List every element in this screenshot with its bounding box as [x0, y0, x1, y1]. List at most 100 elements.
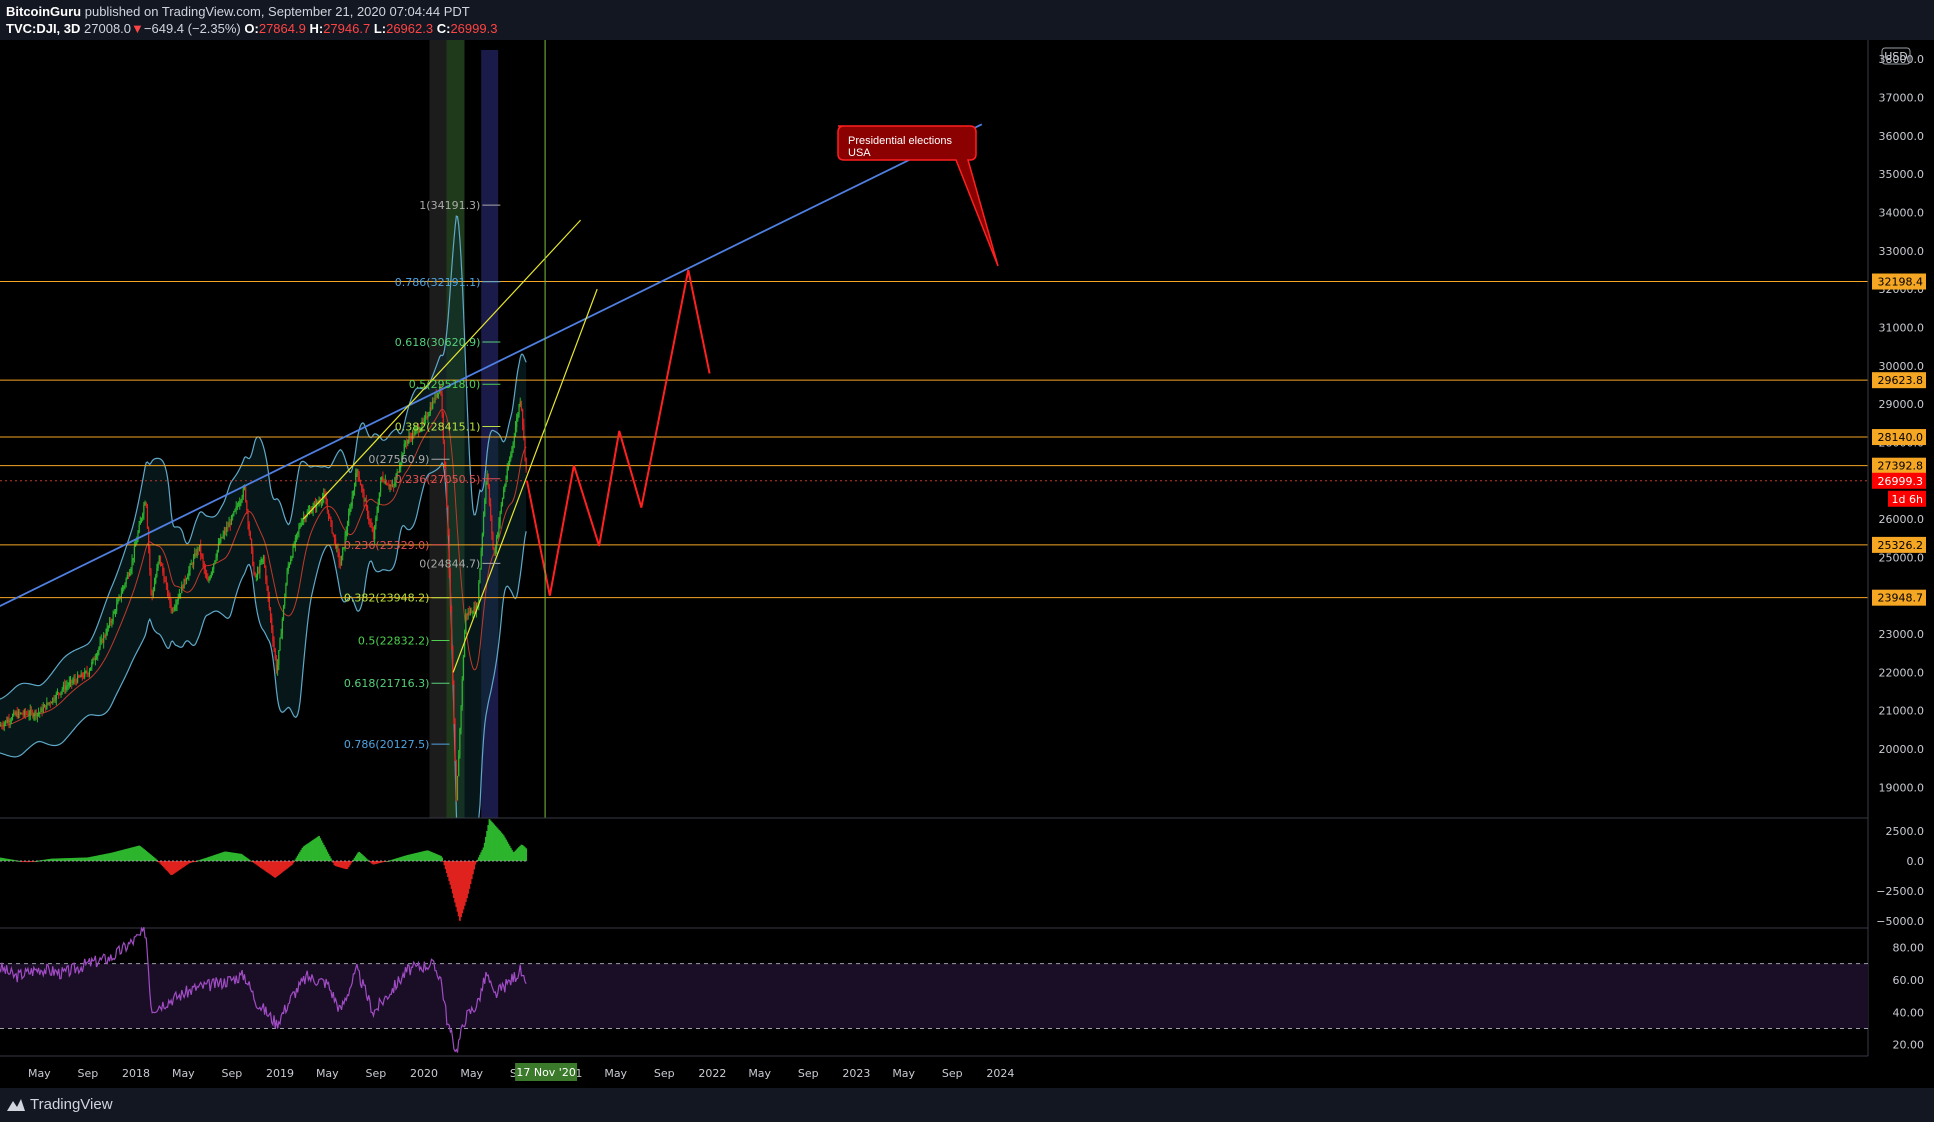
candle-body [320, 502, 323, 504]
candle-body [204, 569, 207, 574]
time-tick-label: Sep [365, 1067, 386, 1080]
candle-body [294, 537, 296, 546]
candle-body [121, 588, 124, 594]
candle-body [190, 563, 192, 565]
price-tick-label: 20000.0 [1879, 743, 1925, 756]
candle-body [39, 712, 41, 714]
candle-body [5, 720, 8, 723]
candle-body [260, 562, 262, 564]
candle-body [63, 684, 66, 690]
candle-body [495, 538, 498, 549]
candle-body [248, 523, 250, 532]
candle-body [174, 607, 176, 611]
tradingview-logo[interactable]: TradingView [6, 1096, 113, 1114]
candle-body [68, 682, 70, 686]
time-tick-label: May [604, 1067, 627, 1080]
candle-body [488, 486, 491, 504]
candle-body [498, 522, 500, 533]
candle-body [337, 546, 339, 553]
candle-body [357, 469, 359, 477]
candle-body [432, 400, 434, 409]
candle-body [232, 515, 234, 517]
candle-body [426, 415, 428, 419]
candle-body [339, 561, 341, 566]
candle-body [398, 467, 401, 473]
candle-body [340, 555, 343, 566]
candle-body [258, 571, 260, 573]
time-tick-label: Sep [77, 1067, 98, 1080]
candle-body [285, 584, 287, 598]
candle-body [75, 680, 78, 683]
candle-body [126, 574, 128, 579]
author-name[interactable]: BitcoinGuru [6, 4, 81, 19]
candle-body [455, 760, 457, 801]
candle-body [506, 468, 508, 479]
candle-body [65, 686, 67, 690]
candle-body [210, 572, 212, 578]
candle-body [494, 548, 496, 554]
candle-body [37, 712, 40, 714]
macd-tick-label: 0.0 [1907, 855, 1925, 868]
candle-body [158, 555, 160, 563]
candle-body [434, 394, 436, 402]
candle-body [80, 673, 82, 678]
candle-body [252, 548, 254, 566]
candle-body [201, 554, 203, 557]
open-label: O: [244, 21, 259, 36]
candle-body [143, 505, 145, 515]
level-price-text: 25326.2 [1878, 539, 1924, 552]
candle-body [436, 392, 438, 398]
candle-body [91, 661, 93, 668]
fib-label: 0(24844.7) [419, 557, 480, 570]
candle-body [430, 407, 433, 409]
candle-body [510, 454, 512, 460]
candle-body [435, 394, 437, 398]
candle-body [239, 502, 241, 506]
candle-body [300, 523, 302, 526]
candle-body [233, 511, 235, 516]
candle-body [88, 670, 91, 675]
candle-body [381, 476, 383, 481]
candle-body [24, 710, 27, 714]
candle-body [26, 713, 28, 715]
candle-body [151, 590, 153, 596]
candle-body [53, 697, 55, 701]
candle-body [228, 522, 230, 528]
candle-body [391, 485, 394, 487]
candle-body [378, 492, 380, 504]
symbol-name[interactable]: TVC:DJI, 3D [6, 21, 80, 36]
candle-body [299, 525, 301, 528]
chart-area[interactable]: 1(34191.3) 0.786(32191.1) 0.618(30620.9) 0.… [0, 40, 1934, 1088]
level-price-text: 27392.8 [1878, 460, 1924, 473]
candle-body [259, 563, 261, 573]
time-tick-label: May [28, 1067, 51, 1080]
candle-body [267, 586, 269, 597]
candle-body [72, 681, 74, 683]
candle-body [487, 474, 489, 487]
fib-label: 1(34191.3) [419, 199, 480, 212]
candle-body [219, 542, 221, 544]
candle-body [462, 657, 465, 679]
candle-body [197, 548, 199, 550]
time-tick-label: 2020 [410, 1067, 438, 1080]
candle-body [30, 710, 33, 712]
candle-body [327, 509, 330, 518]
candle-body [278, 650, 280, 665]
time-tick-label: 2023 [842, 1067, 870, 1080]
candle-body [290, 559, 292, 564]
candle-body [468, 611, 470, 614]
candle-body [209, 577, 211, 579]
candle-body [301, 519, 304, 524]
candle-body [106, 627, 108, 635]
candle-body [149, 548, 151, 571]
candle-body [291, 556, 293, 560]
candle-body [382, 476, 384, 481]
candle-body [240, 500, 242, 503]
candle-body [196, 548, 198, 556]
candle-body [35, 711, 37, 717]
candle-body [355, 473, 357, 487]
close-label: C: [436, 21, 451, 36]
candle-body [349, 508, 351, 515]
candle-body [98, 647, 100, 652]
candle-body [4, 720, 7, 724]
